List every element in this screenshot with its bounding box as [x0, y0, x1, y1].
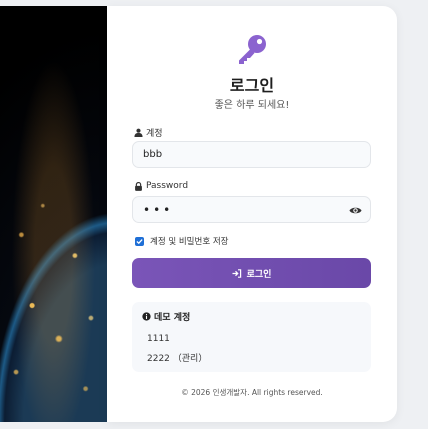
account-label: 계정 — [134, 126, 163, 139]
demo-accounts-title: 데모 계정 — [142, 310, 190, 323]
page-title: 로그인 — [229, 76, 275, 95]
info-icon — [142, 312, 151, 321]
password-input[interactable]: ••• — [132, 196, 371, 223]
remember-checkbox[interactable] — [135, 236, 144, 246]
checkbox-check-icon — [136, 238, 143, 244]
earth-background-image — [0, 6, 107, 422]
lock-icon — [135, 181, 142, 191]
key-icon — [239, 35, 266, 64]
remember-credentials[interactable]: 계정 및 비밀번호 저장 — [135, 235, 229, 247]
account-input-value: bbb — [143, 149, 163, 160]
password-label-text: Password — [146, 181, 189, 191]
demo-account-item: 1111 — [147, 334, 170, 344]
demo-title-text: 데모 계정 — [154, 313, 191, 323]
demo-accounts-box: 데모 계정 1111 2222 （관리） — [132, 302, 371, 372]
page-subtitle: 좋은 하루 되세요! — [214, 100, 290, 111]
login-card: 로그인 좋은 하루 되세요! 계정 bbb Password ••• 계정 및 … — [107, 6, 397, 422]
account-input[interactable]: bbb — [132, 141, 371, 168]
login-button-label: 로그인 — [246, 269, 272, 280]
login-arrow-icon — [232, 268, 241, 278]
password-label: Password — [134, 181, 188, 191]
user-icon — [134, 128, 143, 137]
eye-icon[interactable] — [349, 205, 362, 216]
remember-label: 계정 및 비밀번호 저장 — [150, 237, 229, 247]
footer-copyright: © 2026 인생개발자. All rights reserved. — [181, 388, 323, 397]
login-button[interactable]: 로그인 — [132, 258, 371, 288]
account-label-text: 계정 — [146, 129, 163, 139]
password-input-value: ••• — [143, 202, 174, 217]
demo-account-item: 2222 （관리） — [147, 354, 208, 364]
